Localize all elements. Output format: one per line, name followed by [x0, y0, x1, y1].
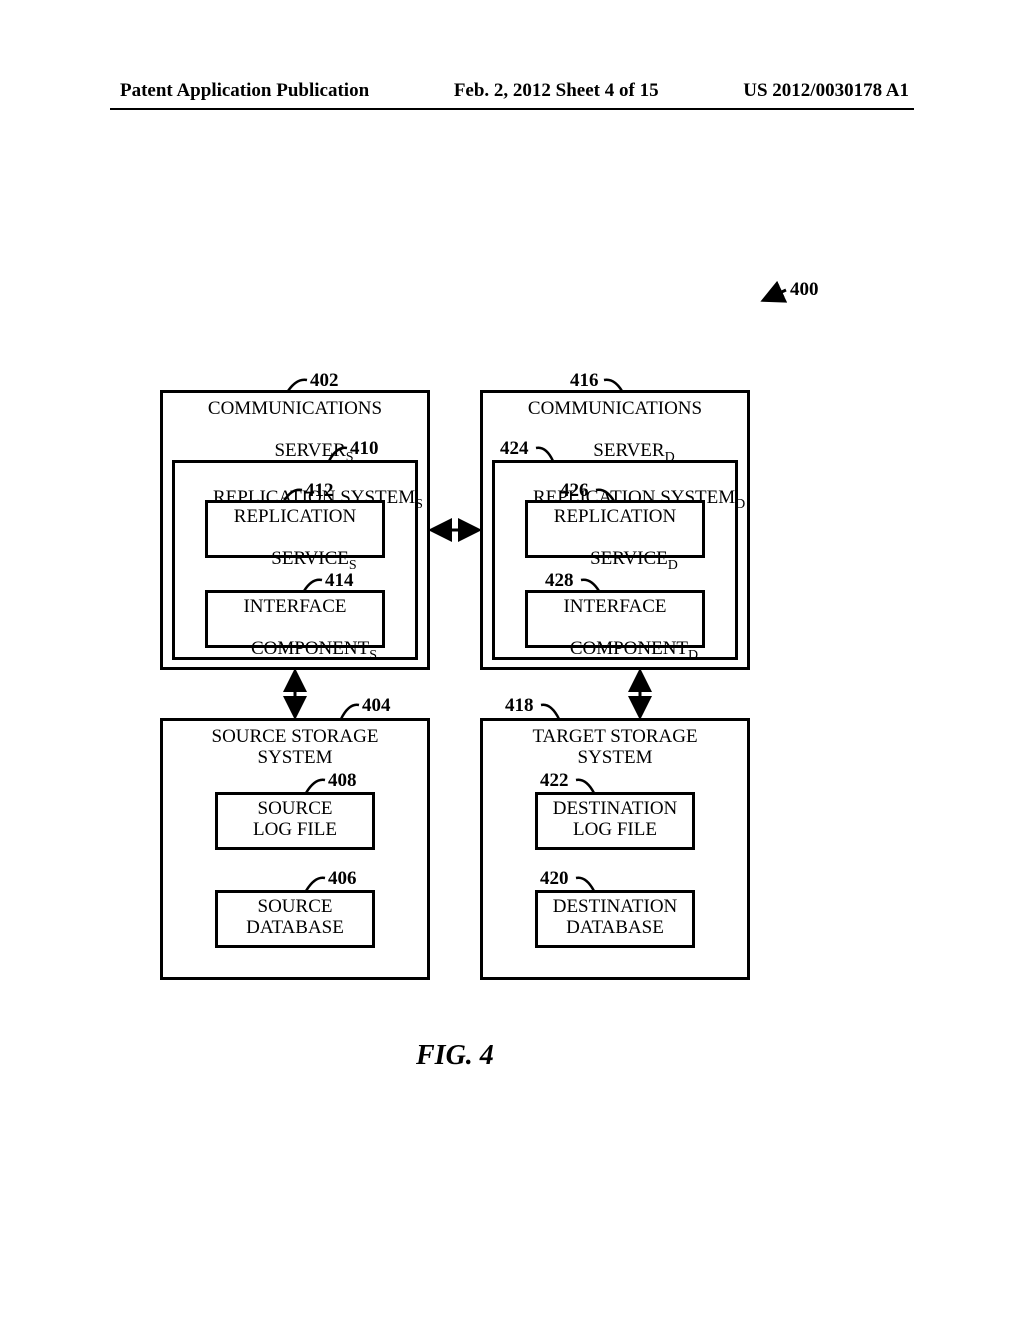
- iface-d-l1: INTERFACE: [528, 597, 702, 618]
- ref-402: 402: [310, 370, 339, 392]
- patent-page: Patent Application Publication Feb. 2, 2…: [0, 0, 1024, 1320]
- iface-d-l2: COMPONENTD: [528, 618, 702, 684]
- box-repl-svc-d: REPLICATION SERVICED: [525, 500, 705, 558]
- ref-412: 412: [305, 480, 334, 502]
- ref-410: 410: [350, 438, 379, 460]
- source-storage-l1: SOURCE STORAGE: [163, 727, 427, 748]
- repl-svc-s-l1: REPLICATION: [208, 507, 382, 528]
- source-db-l1: SOURCE: [218, 897, 372, 918]
- ref-426: 426: [560, 480, 589, 502]
- repl-svc-d-l2-sub: D: [668, 558, 678, 573]
- source-db-l2: DATABASE: [218, 918, 372, 939]
- ref-422: 422: [540, 770, 569, 792]
- box-repl-svc-s: REPLICATION SERVICES: [205, 500, 385, 558]
- source-log-l2: LOG FILE: [218, 820, 372, 841]
- iface-s-l2: COMPONENTS: [208, 618, 382, 684]
- source-log-l1: SOURCE: [218, 799, 372, 820]
- target-storage-l2: SYSTEM: [483, 748, 747, 769]
- repl-svc-d-l2-pre: SERVICE: [590, 548, 668, 569]
- iface-d-l2-sub: D: [688, 648, 698, 663]
- repl-svc-s-l2-pre: SERVICE: [271, 548, 349, 569]
- ref-404: 404: [362, 695, 391, 717]
- repl-svc-s-l2: SERVICES: [208, 528, 382, 594]
- dest-log-l2: LOG FILE: [538, 820, 692, 841]
- iface-s-l2-pre: COMPONENT: [251, 638, 369, 659]
- ref-418: 418: [505, 695, 534, 717]
- source-storage-l2: SYSTEM: [163, 748, 427, 769]
- box-dest-db: DESTINATION DATABASE: [535, 890, 695, 948]
- dest-log-l1: DESTINATION: [538, 799, 692, 820]
- iface-s-l1: INTERFACE: [208, 597, 382, 618]
- dest-db-l1: DESTINATION: [538, 897, 692, 918]
- repl-sys-d-sub: D: [735, 497, 745, 512]
- ref-408: 408: [328, 770, 357, 792]
- ref-428: 428: [545, 570, 574, 592]
- comm-s-line1: COMMUNICATIONS: [163, 399, 427, 420]
- iface-s-l2-sub: S: [369, 648, 377, 663]
- ref-400: 400: [790, 279, 819, 301]
- repl-svc-d-l1: REPLICATION: [528, 507, 702, 528]
- box-iface-s: INTERFACE COMPONENTS: [205, 590, 385, 648]
- iface-d-l2-pre: COMPONENT: [570, 638, 688, 659]
- ref-424: 424: [500, 438, 529, 460]
- dest-db-l2: DATABASE: [538, 918, 692, 939]
- repl-sys-s-sub: S: [415, 497, 423, 512]
- ref-406: 406: [328, 868, 357, 890]
- box-iface-d: INTERFACE COMPONENTD: [525, 590, 705, 648]
- comm-d-line1: COMMUNICATIONS: [483, 399, 747, 420]
- comm-s-line2-pre: SERVER: [274, 440, 345, 461]
- target-storage-l1: TARGET STORAGE: [483, 727, 747, 748]
- box-source-db: SOURCE DATABASE: [215, 890, 375, 948]
- figure-caption: FIG. 4: [416, 1040, 494, 1072]
- ref-416: 416: [570, 370, 599, 392]
- ref-420: 420: [540, 868, 569, 890]
- box-source-log: SOURCE LOG FILE: [215, 792, 375, 850]
- box-dest-log: DESTINATION LOG FILE: [535, 792, 695, 850]
- comm-d-line2-pre: SERVER: [593, 440, 664, 461]
- ref-414: 414: [325, 570, 354, 592]
- diagram-canvas: COMMUNICATIONS SERVER S REPLICATION SYSTE…: [0, 0, 1024, 1320]
